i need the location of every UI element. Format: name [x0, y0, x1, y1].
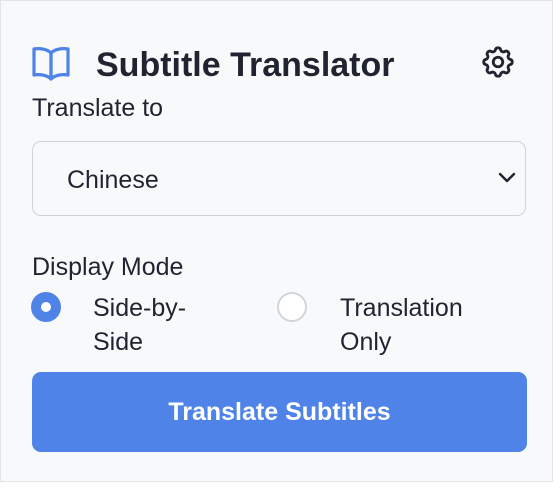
language-select[interactable]: Chinese	[32, 141, 526, 216]
chevron-down-icon	[498, 172, 516, 183]
gear-icon[interactable]	[479, 43, 517, 81]
popup-header: Subtitle Translator	[31, 41, 521, 91]
display-mode-label: Display Mode	[32, 253, 184, 281]
language-label: Translate to	[32, 94, 164, 122]
book-open-icon	[32, 47, 70, 81]
radio-button-checked[interactable]	[31, 292, 61, 322]
radio-label-translation-only: Translation Only	[340, 294, 463, 356]
radio-button-unchecked[interactable]	[277, 292, 307, 322]
translator-popup: Subtitle Translator Translate to Chinese…	[0, 0, 553, 482]
radio-side-by-side[interactable]: Side-by-Side	[31, 291, 261, 361]
radio-label-side-by-side: Side-by-Side	[93, 294, 187, 356]
radio-translation-only[interactable]: Translation Only	[277, 291, 507, 361]
app-title: Subtitle Translator	[96, 46, 395, 84]
translate-subtitles-button[interactable]: Translate Subtitles	[32, 372, 527, 452]
language-select-value: Chinese	[67, 166, 159, 194]
